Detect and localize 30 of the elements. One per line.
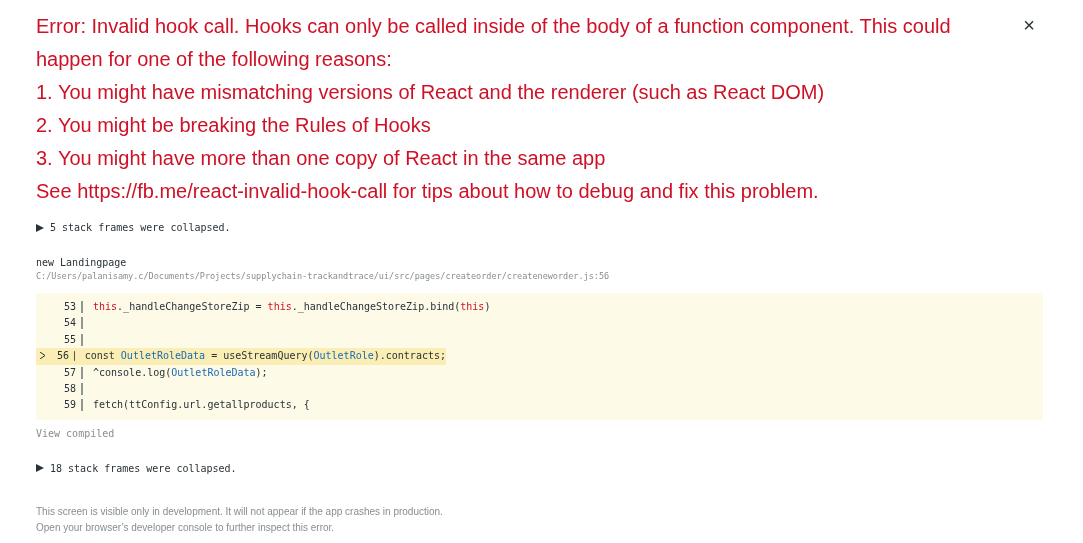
pointer-icon bbox=[40, 352, 45, 360]
caret-icon bbox=[36, 464, 44, 473]
line-number: 53 bbox=[62, 300, 76, 314]
gutter-separator-icon bbox=[79, 366, 85, 379]
line-number: 54 bbox=[62, 316, 76, 331]
line-number: 56 bbox=[55, 349, 69, 364]
code-line: this._handleChangeStoreZip = this._handleChangeStoreZip.bind(this) bbox=[92, 300, 491, 315]
close-button[interactable]: × bbox=[1019, 14, 1039, 37]
line-number: 57 bbox=[62, 365, 76, 380]
view-compiled-link[interactable]: View compiled bbox=[36, 427, 115, 439]
caret-icon bbox=[36, 223, 44, 232]
error-message-line: 3. You might have more than one copy of React in the same app bbox=[36, 146, 607, 171]
gutter-separator-icon bbox=[79, 333, 85, 346]
line-number: 59 bbox=[62, 398, 76, 413]
collapsed-frames-toggle[interactable]: 5 stack frames were collapsed. bbox=[36, 222, 231, 233]
file-path: C:/Users/palanisamy.c/Documents/Projects/supplychain-trackandtrace/ui/src/pages/createorder/createneworder.js:56 bbox=[36, 271, 611, 281]
code-line: ^console.log(OutletRoleData); bbox=[92, 365, 268, 380]
error-message-line: 2. You might be breaking the Rules of Hooks bbox=[36, 113, 432, 138]
line-number: 58 bbox=[62, 382, 76, 397]
line-number: 55 bbox=[62, 332, 76, 347]
code-line: fetch(ttConfig.url.getallproducts, { bbox=[92, 398, 310, 413]
gutter-separator-icon bbox=[71, 350, 77, 363]
error-message-line: 1. You might have mismatching versions of React and the renderer (such as React DOM) bbox=[36, 80, 826, 105]
footer-note: This screen is visible only in development. It will not appear if the app crashes in production. bbox=[36, 504, 444, 519]
error-message-line: See https://fb.me/react-invalid-hook-call for tips about how to debug and fix this problem. bbox=[36, 179, 820, 204]
error-title: Error: Invalid hook call. Hooks can only be called inside of the body of a function component. This could happen for one of the following reasons: bbox=[36, 14, 952, 72]
footer-note: Open your browser’s developer console to further inspect this error. bbox=[36, 520, 336, 535]
code-line: const OutletRoleData = useStreamQuery(OutletRole).contracts; bbox=[83, 349, 446, 364]
collapsed-frames-toggle[interactable]: 18 stack frames were collapsed. bbox=[36, 462, 237, 474]
function-name: new Landingpage bbox=[36, 257, 128, 268]
